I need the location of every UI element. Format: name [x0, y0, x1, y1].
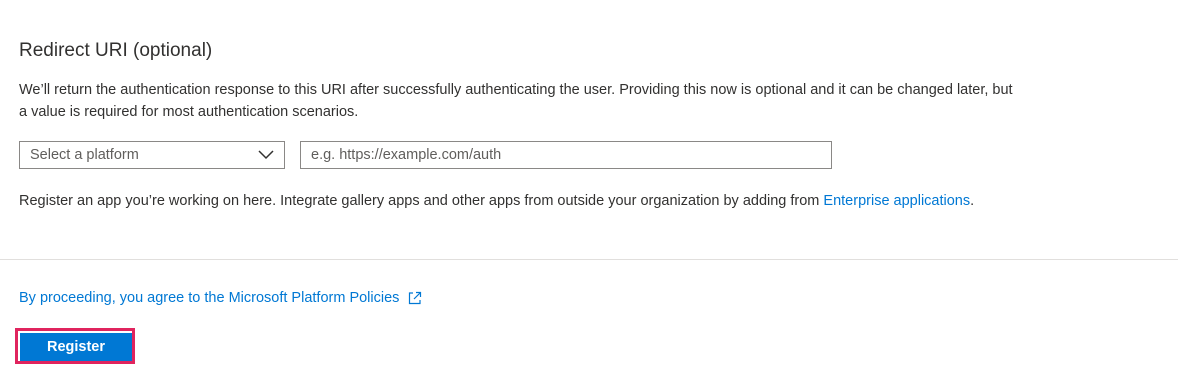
app-registration-panel: Redirect URI (optional) We’ll return the… [0, 0, 1178, 375]
register-info-suffix: . [970, 193, 975, 209]
external-link-icon [409, 291, 422, 305]
platform-select-value: Select a platform [30, 147, 139, 163]
platform-policies-label: By proceeding, you agree to the Microsof… [19, 290, 400, 306]
enterprise-applications-link[interactable]: Enterprise applications [823, 193, 970, 209]
register-info-body: Register an app you’re working on here. … [19, 193, 824, 209]
chevron-down-icon [258, 150, 274, 160]
platform-select[interactable]: Select a platform [19, 141, 285, 169]
platform-policies-link[interactable]: By proceeding, you agree to the Microsof… [19, 287, 423, 309]
register-button[interactable]: Register [20, 333, 132, 361]
section-title: Redirect URI (optional) [19, 40, 213, 61]
register-info-text: Register an app you’re working on here. … [19, 190, 974, 212]
redirect-uri-input[interactable] [300, 141, 832, 169]
divider [0, 259, 1178, 260]
redirect-uri-description: We’ll return the authentication response… [19, 82, 1013, 120]
